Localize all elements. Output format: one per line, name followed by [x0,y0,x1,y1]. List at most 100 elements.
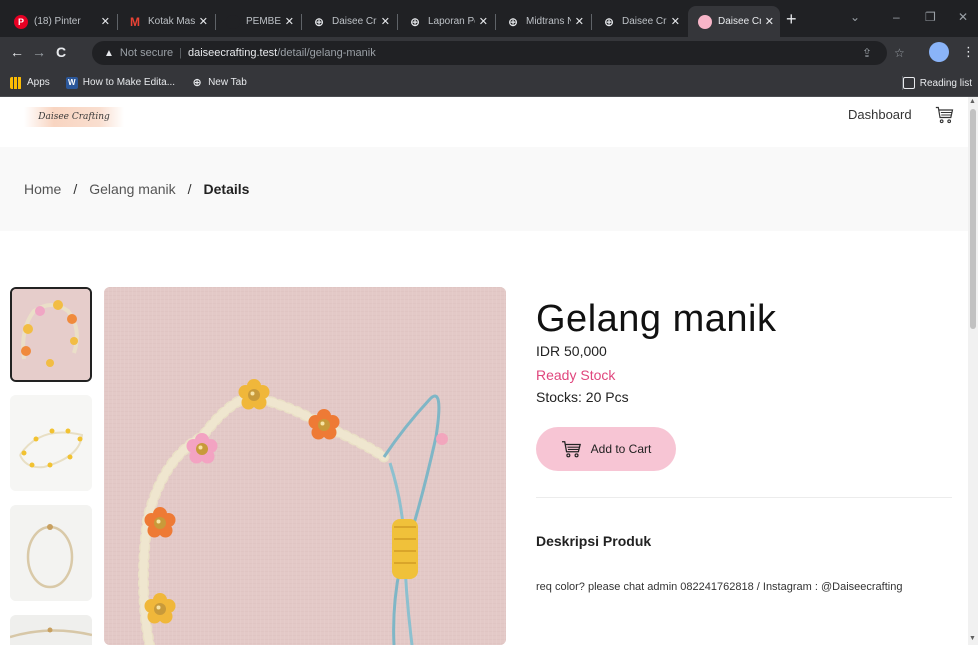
minimize-icon[interactable]: – [893,10,900,24]
bookmark-apps[interactable]: Apps [10,76,50,89]
restore-icon[interactable]: ❐ [925,10,936,24]
tab-close-icon[interactable]: ✕ [575,15,584,28]
apps-grid-icon [10,76,22,89]
scroll-down-icon[interactable]: ▼ [969,635,976,642]
globe-icon: ⊕ [409,14,421,29]
bookmark-label: New Tab [208,77,247,88]
breadcrumb-current: Details [203,181,250,197]
bookmark-new-tab[interactable]: ⊕ New Tab [191,77,247,89]
stock-status-badge: Ready Stock [536,367,616,383]
tab-search-chevron-icon[interactable]: ⌄ [850,10,860,24]
profile-avatar[interactable] [929,42,949,62]
new-tab-button[interactable]: + [786,10,797,28]
tab-laporan[interactable]: ⊕ Laporan Pe ✕ [398,6,494,37]
bookmark-how-to-make[interactable]: W How to Make Edita... [65,76,176,89]
menu-kebab-icon[interactable]: ⋮ [962,44,975,60]
thumbnail-2[interactable] [10,395,92,491]
browser-toolbar: ← → C ▲ Not secure | daiseecrafting.test… [0,37,978,69]
thumbnail-3[interactable] [10,505,92,601]
window-close-icon[interactable]: ✕ [958,10,968,24]
tab-close-icon[interactable]: ✕ [101,15,110,28]
scrollbar-thumb[interactable] [970,109,976,329]
bookmark-label: Apps [27,77,50,88]
scroll-up-icon[interactable]: ▲ [969,98,976,105]
web-page: Daisee Crafting Dashboard Home / Gelang … [0,97,968,645]
tab-daisee-2[interactable]: ⊕ Daisee Cra ✕ [592,6,686,37]
globe-icon: ⊕ [192,77,202,89]
reload-icon[interactable]: C [56,44,66,60]
tab-daisee-1[interactable]: ⊕ Daisee Cra ✕ [302,6,396,37]
tab-pinterest[interactable]: P (18) Pinter ✕ [4,6,116,37]
bookmark-star-icon[interactable]: ☆ [894,46,905,60]
product-info: Gelang manik IDR 50,000 Ready Stock Stoc… [536,297,777,471]
breadcrumb-separator: / [73,181,78,197]
tab-close-icon[interactable]: ✕ [479,15,488,28]
url-host: daiseecrafting.test [187,47,278,59]
warning-icon: ▲ [104,47,114,59]
tab-close-icon[interactable]: ✕ [285,15,294,28]
reading-list-button[interactable]: Reading list [902,77,972,89]
tab-label: Laporan Pe [428,16,475,27]
tab-label: Midtrans N [526,16,571,27]
site-header: Daisee Crafting Dashboard [0,97,968,147]
thumbnail-4[interactable] [10,615,92,645]
blank-icon [226,14,240,29]
forward-arrow-icon[interactable]: → [32,44,46,60]
share-icon[interactable]: ⇪ [862,46,872,60]
tab-close-icon[interactable]: ✕ [671,15,680,28]
tab-close-icon[interactable]: ✕ [765,15,774,28]
breadcrumb: Home / Gelang manik / Details [0,147,968,231]
thumbnail-image [10,505,92,601]
back-arrow-icon[interactable]: ← [10,44,24,60]
reading-list-label: Reading list [919,77,972,89]
site-logo[interactable]: Daisee Crafting [24,107,124,127]
pink-dot-icon [698,14,712,29]
tab-label: PEMBELA [246,16,281,27]
breadcrumb-home[interactable]: Home [24,181,61,197]
word-icon: W [65,76,78,89]
add-to-cart-button[interactable]: Add to Cart [536,427,676,471]
tab-close-icon[interactable]: ✕ [381,15,390,28]
product-title: Gelang manik [536,298,777,340]
address-separator: | [179,47,182,59]
product-price: IDR 50,000 [536,343,607,359]
main-product-image[interactable] [104,287,506,645]
tab-pembelajaran[interactable]: PEMBELA ✕ [216,6,300,37]
bookmarks-bar: Apps W How to Make Edita... ⊕ New Tab Re… [0,69,978,97]
page-scrollbar[interactable]: ▲ ▼ [968,97,978,645]
nav-dashboard-link[interactable]: Dashboard [848,107,912,122]
product-photo [104,287,506,645]
reading-list-icon [902,77,915,89]
product-stock-count: Stocks: 20 Pcs [536,389,629,405]
thumbnail-image [10,395,92,491]
tab-label: Kotak Mas [148,16,195,27]
tab-close-icon[interactable]: ✕ [199,15,208,28]
thumbnail-image [12,289,90,380]
thumbnail-1[interactable] [10,287,92,382]
globe-icon: ⊕ [313,14,325,29]
tab-gmail[interactable]: M Kotak Mas ✕ [118,6,214,37]
bookmark-label: How to Make Edita... [82,77,176,88]
thumbnail-image [10,615,92,645]
url-path: /detail/gelang-manik [277,47,376,59]
tab-label: Daisee Cra [622,16,667,27]
description-text: req color? please chat admin 08224176281… [536,581,903,593]
address-bar[interactable]: ▲ Not secure | daiseecrafting.test /deta… [92,41,887,65]
cart-icon[interactable] [935,105,955,125]
add-to-cart-label: Add to Cart [590,442,652,456]
tab-label: (18) Pinter [34,16,81,27]
globe-icon: ⊕ [507,14,519,29]
tab-label: Daisee Cra [718,16,761,27]
not-secure-label: Not secure [119,47,174,59]
breadcrumb-separator: / [187,181,192,197]
tab-daisee-active[interactable]: Daisee Cra ✕ [688,6,780,37]
cart-icon [561,441,581,458]
tab-midtrans[interactable]: ⊕ Midtrans N ✕ [496,6,590,37]
tab-label: Daisee Cra [332,16,377,27]
description-heading: Deskripsi Produk [536,533,652,549]
gmail-icon: M [130,14,140,29]
globe-icon: ⊕ [603,14,615,29]
pinterest-icon: P [14,14,28,29]
breadcrumb-category[interactable]: Gelang manik [89,181,175,197]
logo-text: Daisee Crafting [38,112,110,122]
